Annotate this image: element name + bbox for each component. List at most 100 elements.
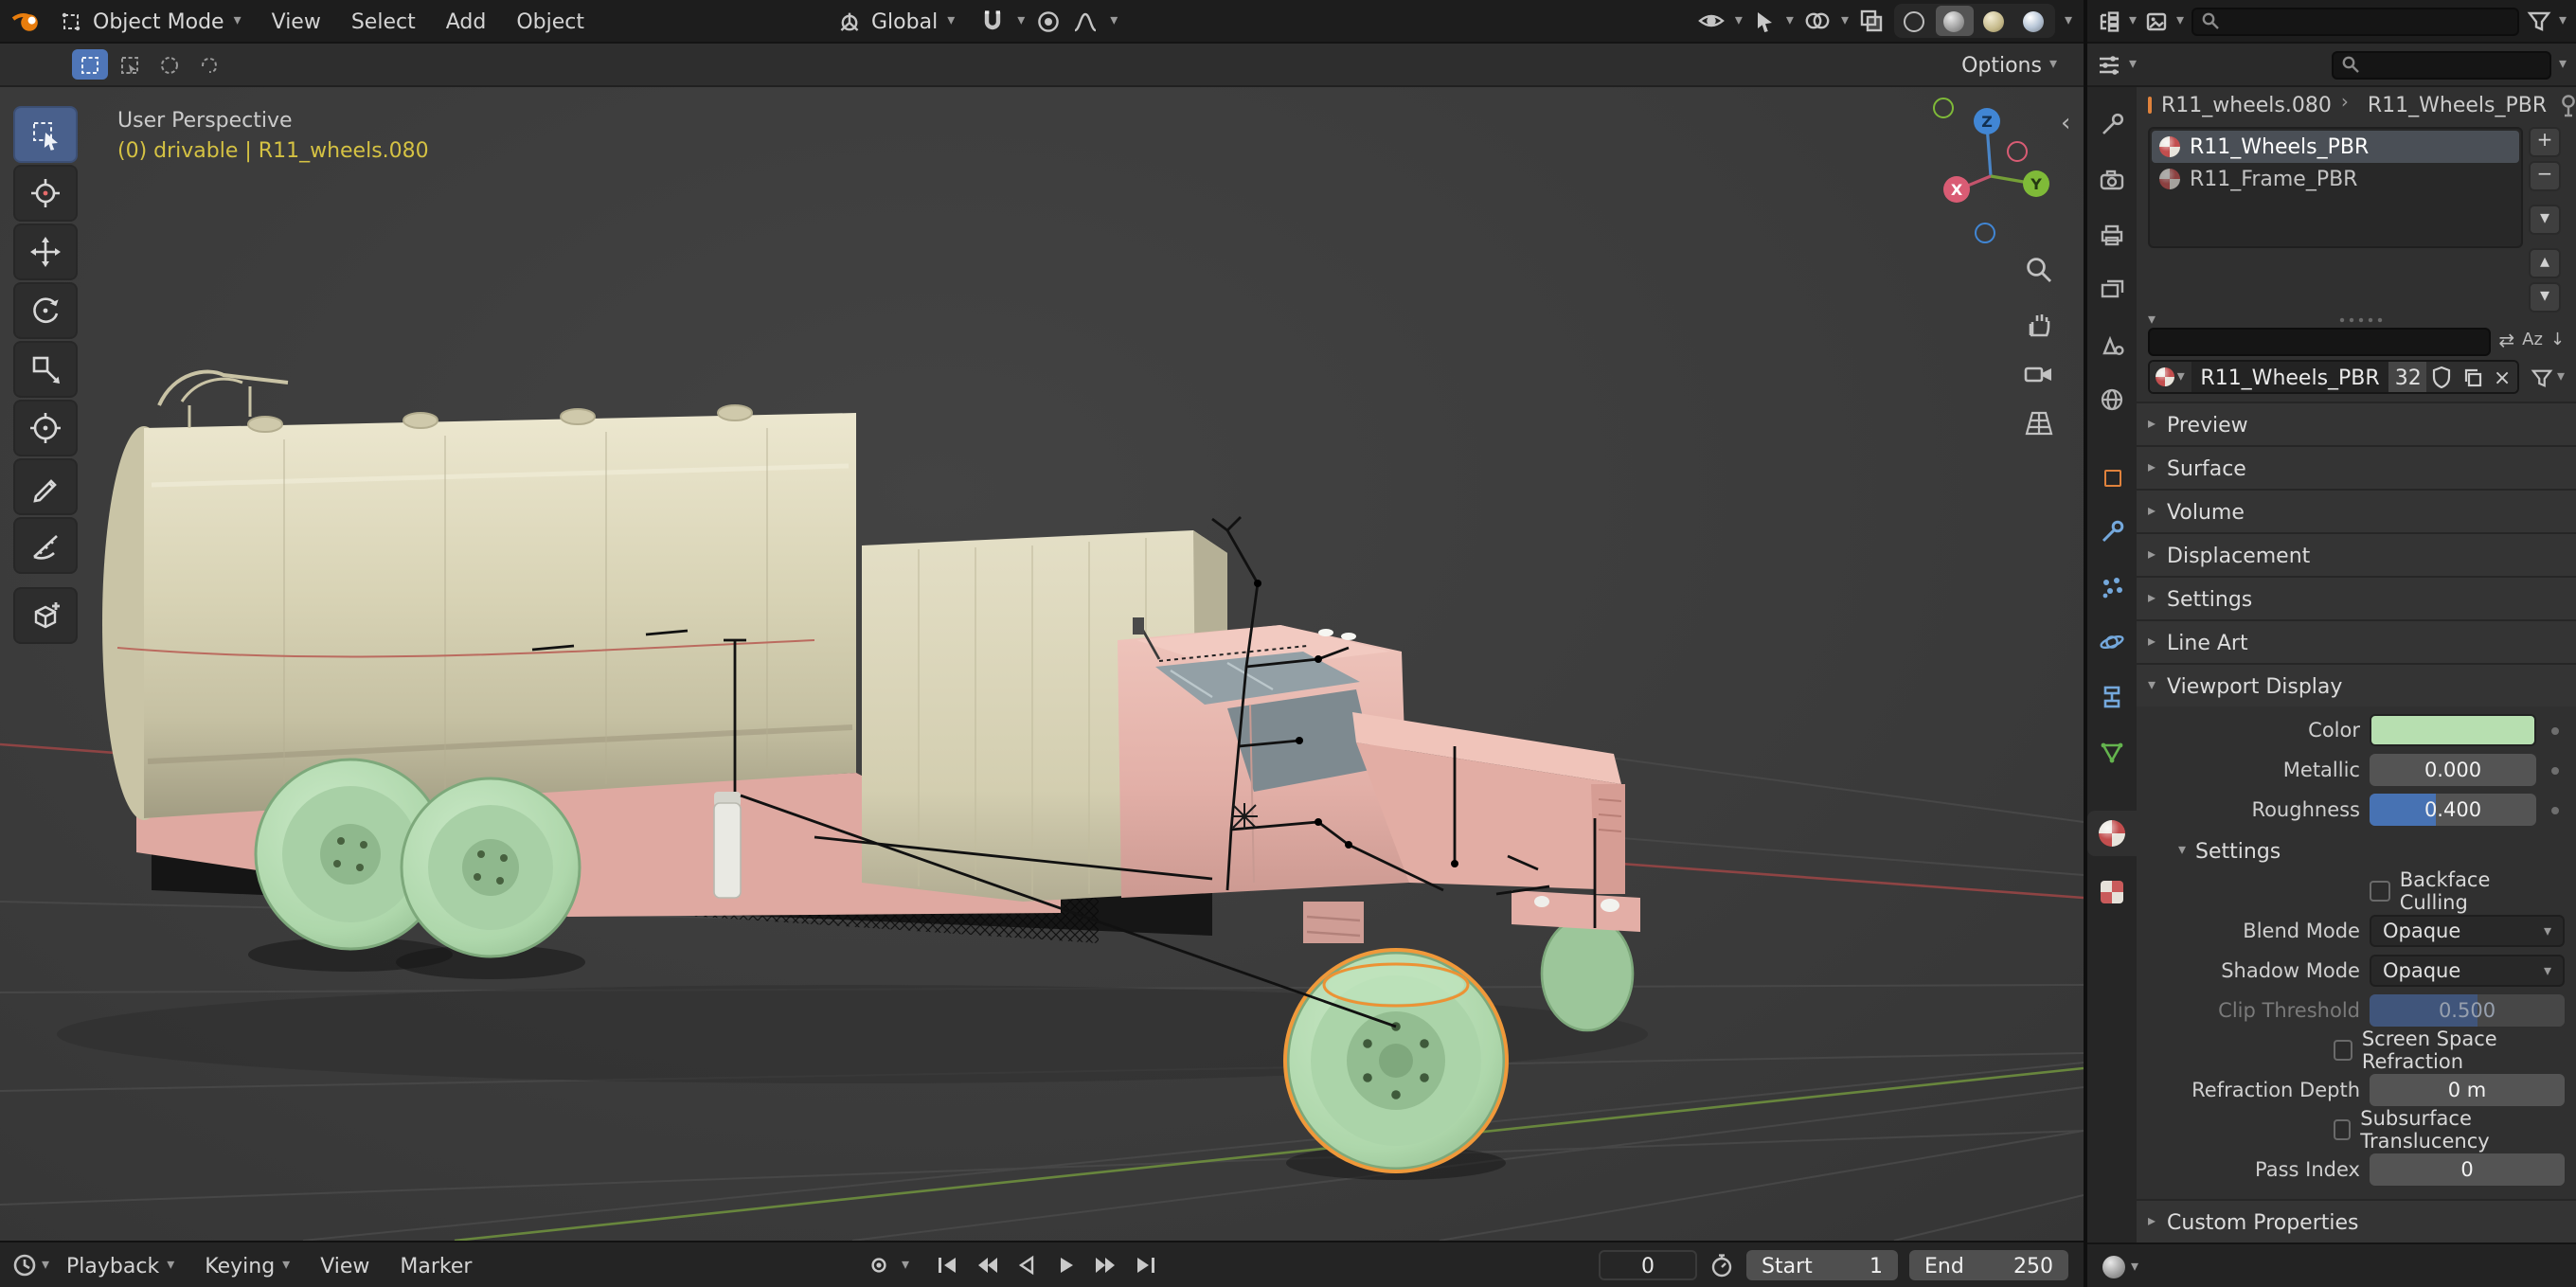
pass-index-field[interactable]: 0	[2370, 1153, 2565, 1186]
tool-add-cube[interactable]	[13, 587, 78, 644]
subsurface-translucency-checkbox[interactable]	[2333, 1119, 2351, 1140]
menu-marker[interactable]: Marker	[386, 1249, 485, 1281]
gizmo-negative-y-axis[interactable]	[1933, 98, 1954, 118]
animate-dot[interactable]	[2546, 806, 2565, 813]
menu-playback[interactable]: Playback ▾	[53, 1249, 188, 1281]
invert-filter-icon[interactable]: ⇄	[2498, 331, 2514, 352]
tool-transform[interactable]	[13, 400, 78, 456]
far-front-wheel[interactable]	[1542, 917, 1633, 1030]
truck-model[interactable]	[57, 372, 1648, 1180]
shading-rendered-button[interactable]	[2015, 6, 2053, 36]
tab-particles[interactable]	[2087, 568, 2137, 606]
overlays-icon[interactable]	[1803, 9, 1832, 32]
panel-displacement[interactable]: ▸ Displacement	[2137, 532, 2576, 576]
panel-settings[interactable]: ▸ Settings	[2137, 576, 2576, 619]
tool-measure[interactable]	[13, 517, 78, 574]
transform-orientation-dropdown[interactable]: Global ▾	[824, 5, 968, 37]
chevron-down-icon[interactable]: ▾	[1841, 13, 1849, 28]
perspective-grid-icon[interactable]	[2023, 409, 2055, 438]
display-mode-icon[interactable]	[2144, 9, 2169, 33]
jump-to-start-button[interactable]	[930, 1250, 964, 1280]
breadcrumb-material[interactable]: R11_Wheels_PBR	[2368, 93, 2547, 117]
rear-wheels[interactable]	[248, 760, 585, 979]
breadcrumb-object[interactable]: R11_wheels.080	[2161, 93, 2332, 117]
next-keyframe-button[interactable]	[1089, 1250, 1123, 1280]
start-frame-field[interactable]: Start 1	[1746, 1250, 1898, 1280]
tool-move[interactable]	[13, 223, 78, 280]
gizmo-pointer-icon[interactable]	[1752, 9, 1777, 33]
chevron-down-icon[interactable]: ▾	[2559, 13, 2567, 28]
move-slot-down-button[interactable]: ▾	[2529, 281, 2561, 312]
material-name-field[interactable]: R11_Wheels_PBR	[2191, 362, 2388, 392]
metallic-field[interactable]: 0.000	[2370, 754, 2536, 786]
viewport-scene[interactable]	[0, 87, 2084, 1241]
settings-subpanel-header[interactable]: ▾ Settings	[2148, 831, 2565, 869]
fake-user-shield-button[interactable]	[2427, 362, 2458, 392]
3d-viewport[interactable]: User Perspective (0) drivable | R11_whee…	[0, 87, 2084, 1241]
panel-preview[interactable]: ▸ Preview	[2137, 402, 2576, 445]
blend-mode-dropdown[interactable]: Opaque ▾	[2370, 915, 2565, 947]
slot-filter-field[interactable]	[2148, 328, 2491, 356]
panel-line-art[interactable]: ▸ Line Art	[2137, 619, 2576, 663]
selected-front-wheel[interactable]	[1286, 953, 1506, 1180]
pin-icon[interactable]	[2556, 93, 2576, 117]
screen-space-refraction-checkbox[interactable]	[2334, 1040, 2352, 1061]
record-button[interactable]	[862, 1250, 896, 1280]
menu-timeline-view[interactable]: View	[307, 1249, 383, 1281]
chevron-down-icon[interactable]: ▾	[1017, 13, 1025, 28]
tool-cursor[interactable]	[13, 165, 78, 222]
current-frame-field[interactable]: 0	[1599, 1250, 1697, 1280]
panel-volume[interactable]: ▸ Volume	[2137, 489, 2576, 532]
add-slot-button[interactable]: +	[2529, 126, 2561, 156]
chevron-down-icon[interactable]: ▾	[1110, 13, 1118, 28]
remove-slot-button[interactable]: −	[2529, 160, 2561, 190]
tab-output[interactable]	[2087, 216, 2137, 254]
menu-view[interactable]: View	[259, 5, 334, 37]
tool-select-box[interactable]	[13, 106, 78, 163]
shadow-mode-dropdown[interactable]: Opaque ▾	[2370, 955, 2565, 987]
unlink-material-button[interactable]: ×	[2487, 362, 2517, 392]
snap-magnet-icon[interactable]	[979, 8, 1006, 34]
tab-texture[interactable]	[2087, 873, 2137, 911]
select-mode-lasso-button[interactable]	[191, 49, 227, 80]
select-mode-tweak-button[interactable]	[72, 49, 108, 80]
panel-custom-properties[interactable]: ▸ Custom Properties	[2137, 1199, 2576, 1242]
shading-solid-button[interactable]	[1936, 6, 1974, 36]
gizmo-y-axis[interactable]: Y	[2023, 170, 2049, 197]
clip-threshold-slider[interactable]: 0.500	[2370, 994, 2565, 1027]
end-frame-field[interactable]: End 250	[1909, 1250, 2068, 1280]
refraction-depth-field[interactable]: 0 m	[2370, 1074, 2565, 1106]
list-resize-grip[interactable]	[2337, 315, 2383, 323]
pan-hand-icon[interactable]	[2023, 307, 2055, 339]
chevron-down-icon[interactable]: ▾	[2176, 13, 2184, 28]
gizmo-z-axis[interactable]: Z	[1974, 108, 2000, 134]
tab-view-layer[interactable]	[2087, 271, 2137, 309]
menu-select[interactable]: Select	[338, 5, 429, 37]
jump-to-end-button[interactable]	[1129, 1250, 1163, 1280]
tab-object[interactable]	[2087, 458, 2137, 496]
select-mode-circle-button[interactable]	[152, 49, 188, 80]
animate-dot[interactable]	[2546, 726, 2565, 734]
camera-view-icon[interactable]	[2023, 360, 2055, 388]
tool-annotate[interactable]	[13, 458, 78, 515]
list-filter-toggle-icon[interactable]: ▾	[2148, 312, 2156, 327]
previous-keyframe-button[interactable]	[970, 1250, 1004, 1280]
material-slot-item[interactable]: R11_Wheels_PBR	[2152, 130, 2519, 162]
move-slot-up-button[interactable]: ▴	[2529, 247, 2561, 277]
outliner-search-input[interactable]	[2226, 10, 2510, 31]
chevron-down-icon[interactable]: ▾	[1735, 13, 1743, 28]
tool-scale[interactable]	[13, 341, 78, 398]
panel-viewport-display[interactable]: ▾ Viewport Display	[2137, 663, 2576, 706]
falloff-curve-icon[interactable]	[1072, 9, 1099, 33]
tool-rotate[interactable]	[13, 282, 78, 339]
chevron-down-icon[interactable]: ▾	[2559, 57, 2567, 72]
gizmo-negative-x-axis[interactable]	[2007, 141, 2028, 162]
menu-keying[interactable]: Keying ▾	[191, 1249, 303, 1281]
mode-selector[interactable]: Object Mode ▾	[45, 5, 255, 37]
tab-modifiers[interactable]	[2087, 513, 2137, 551]
animate-dot[interactable]	[2546, 766, 2565, 774]
sort-direction-icon[interactable]: ↓	[2550, 332, 2565, 351]
tab-scene[interactable]	[2087, 326, 2137, 364]
tab-material[interactable]	[2087, 811, 2137, 856]
chevron-down-icon[interactable]: ▾	[2557, 369, 2565, 384]
